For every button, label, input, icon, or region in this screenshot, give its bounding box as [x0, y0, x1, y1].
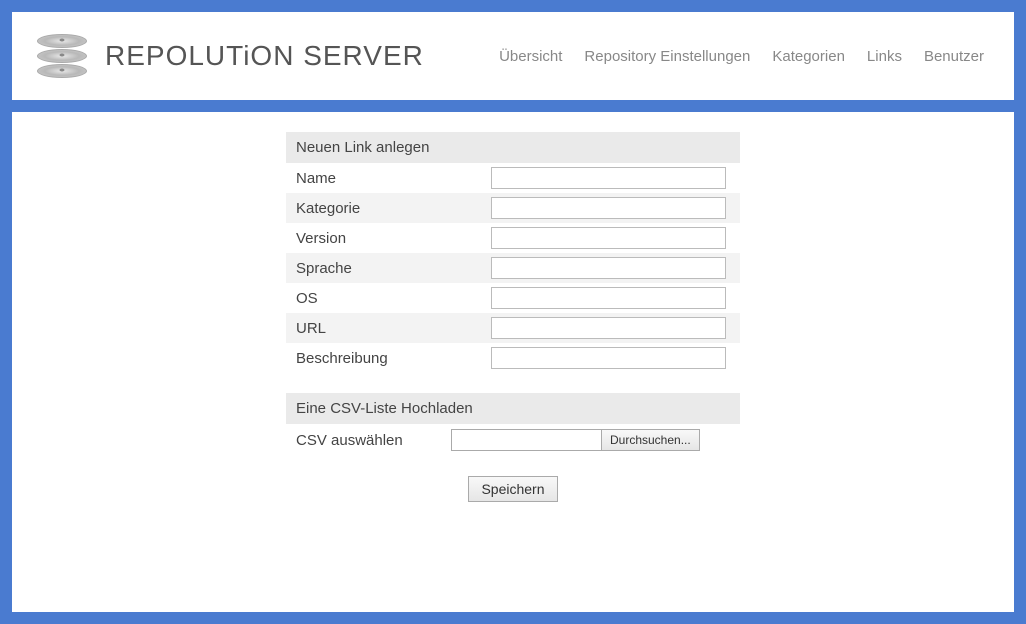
section-title-new-link: Neuen Link anlegen [286, 132, 740, 163]
label-csv: CSV auswählen [286, 424, 441, 456]
label-name: Name [286, 163, 481, 193]
nav-users[interactable]: Benutzer [924, 48, 984, 65]
input-url[interactable] [491, 317, 726, 339]
stacked-disks-icon [37, 31, 87, 81]
file-input-wrap: Durchsuchen... [451, 429, 700, 451]
nav-links[interactable]: Links [867, 48, 902, 65]
file-path-display[interactable] [451, 429, 601, 451]
content-area: Neuen Link anlegen Name Kategorie Versio… [12, 112, 1014, 612]
page-header: REPOLUTiON SERVER Übersicht Repository E… [12, 12, 1014, 100]
input-name[interactable] [491, 167, 726, 189]
nav-repository-settings[interactable]: Repository Einstellungen [584, 48, 750, 65]
submit-area: Speichern [286, 476, 740, 502]
input-beschreibung[interactable] [491, 347, 726, 369]
save-button[interactable]: Speichern [468, 476, 557, 502]
link-form: Neuen Link anlegen Name Kategorie Versio… [286, 132, 740, 612]
input-kategorie[interactable] [491, 197, 726, 219]
input-sprache[interactable] [491, 257, 726, 279]
nav-overview[interactable]: Übersicht [499, 48, 562, 65]
csv-upload-section: Eine CSV-Liste Hochladen CSV auswählen D… [286, 393, 740, 456]
label-url: URL [286, 313, 481, 343]
label-beschreibung: Beschreibung [286, 343, 481, 373]
logo: REPOLUTiON SERVER [37, 31, 424, 81]
label-kategorie: Kategorie [286, 193, 481, 223]
nav-categories[interactable]: Kategorien [772, 48, 845, 65]
input-version[interactable] [491, 227, 726, 249]
label-os: OS [286, 283, 481, 313]
main-nav: Übersicht Repository Einstellungen Kateg… [499, 48, 984, 65]
browse-button[interactable]: Durchsuchen... [601, 429, 700, 451]
input-os[interactable] [491, 287, 726, 309]
label-sprache: Sprache [286, 253, 481, 283]
section-title-csv: Eine CSV-Liste Hochladen [286, 393, 740, 424]
brand-title: REPOLUTiON SERVER [105, 40, 424, 72]
new-link-section: Neuen Link anlegen Name Kategorie Versio… [286, 132, 740, 373]
label-version: Version [286, 223, 481, 253]
